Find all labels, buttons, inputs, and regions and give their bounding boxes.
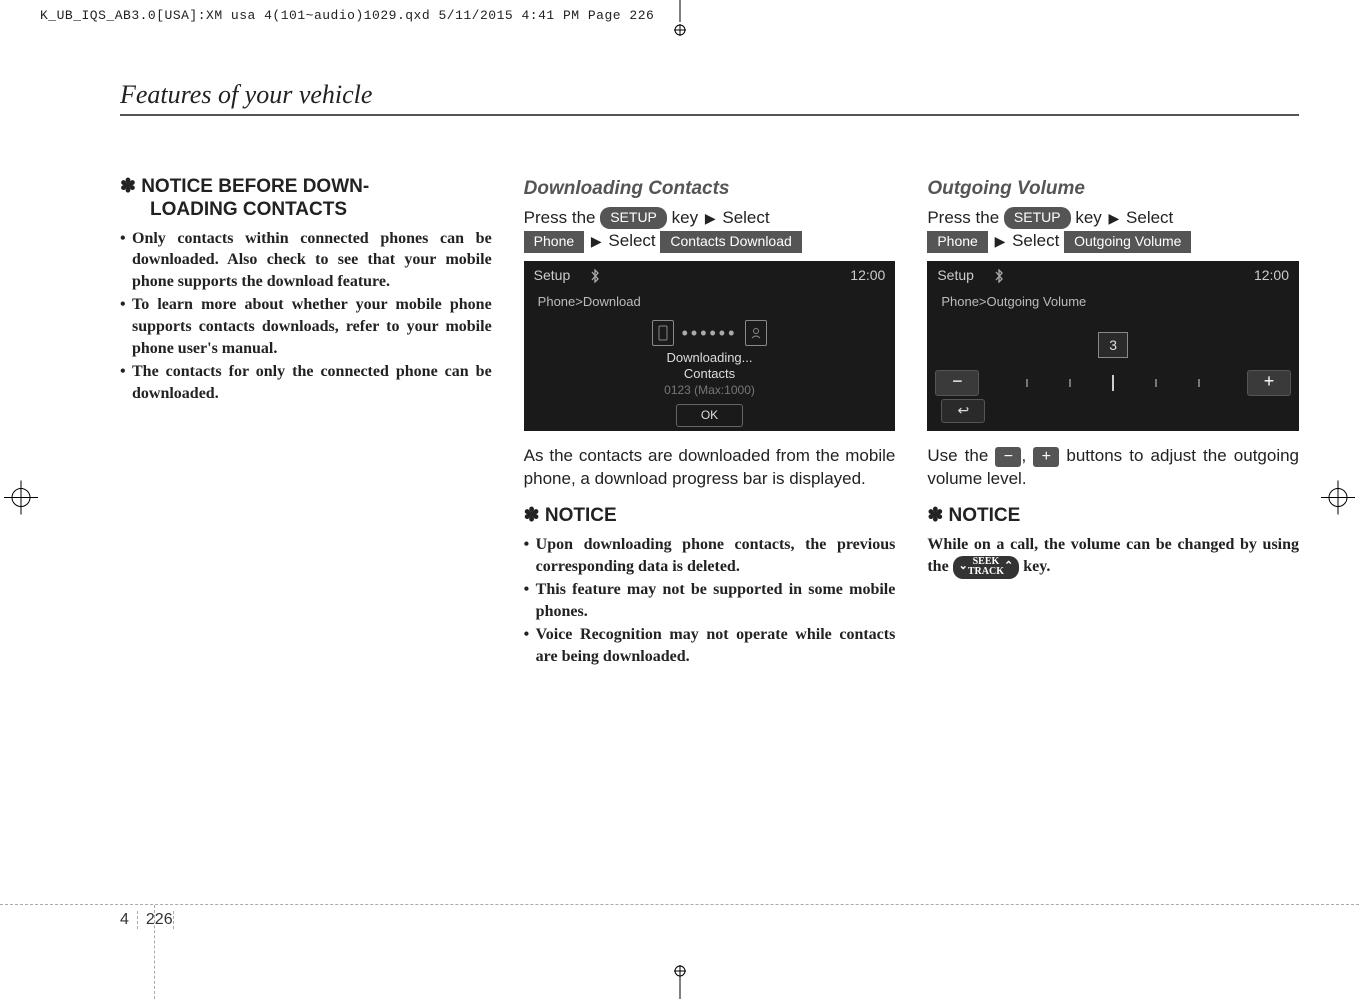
bullet-item: Only contacts within connected phones ca… xyxy=(120,228,492,293)
chapter-number: 4 xyxy=(120,911,138,929)
page-number: 4226 xyxy=(120,911,174,929)
bullet-item: To learn more about whether your mobile … xyxy=(120,294,492,359)
crop-mark-top xyxy=(660,0,700,36)
track-label: TRACK xyxy=(968,567,1004,578)
bluetooth-icon xyxy=(992,269,1006,283)
volume-slider[interactable] xyxy=(979,375,1247,391)
text-key: key xyxy=(672,208,698,227)
column-1: ✽ NOTICE BEFORE DOWN- LOADING CONTACTS O… xyxy=(120,176,492,669)
tick xyxy=(1069,379,1071,387)
text-select2: Select xyxy=(1012,231,1059,250)
minus-icon: − xyxy=(995,447,1021,467)
text-select2: Select xyxy=(608,231,655,250)
column-3: Outgoing Volume Press the SETUP key ▶ Se… xyxy=(927,176,1299,669)
text-press: Press the xyxy=(927,208,999,227)
registration-mark-right xyxy=(1321,480,1355,519)
ss-breadcrumb: Phone>Download xyxy=(524,290,896,314)
screenshot-download: Setup 12:00 Phone>Download •••••• Downlo… xyxy=(524,261,896,431)
phone-icon xyxy=(652,320,674,346)
text-pre: Use the xyxy=(927,446,995,465)
text-select: Select xyxy=(1126,208,1173,227)
body-paragraph: Use the −, + buttons to adjust the outgo… xyxy=(927,445,1299,491)
instruction-line: Press the SETUP key ▶ Select Phone ▶ Sel… xyxy=(927,206,1299,254)
plus-icon: + xyxy=(1033,447,1059,467)
contact-card-icon xyxy=(745,320,767,346)
transfer-dots-icon: •••••• xyxy=(682,321,738,345)
instruction-line: Press the SETUP key ▶ Select Phone ▶ Sel… xyxy=(524,206,896,254)
bullet-item: The contacts for only the connected phon… xyxy=(120,361,492,404)
notice-body: While on a call, the volume can be chang… xyxy=(927,534,1299,579)
arrow-icon: ▶ xyxy=(589,233,604,249)
ok-button[interactable]: OK xyxy=(676,404,743,426)
ss-time: 12:00 xyxy=(850,266,885,285)
ss-progress-text: 0123 (Max:1000) xyxy=(524,382,896,398)
notice-line2: LOADING CONTACTS xyxy=(120,199,347,220)
arrow-icon: ▶ xyxy=(1107,210,1122,226)
arrow-icon: ▶ xyxy=(703,210,718,226)
seek-track-key: ⌄SEEKTRACK⌃ xyxy=(953,556,1020,579)
notice-text-post: key. xyxy=(1019,558,1050,575)
text-press: Press the xyxy=(524,208,596,227)
bullet-item: This feature may not be supported in som… xyxy=(524,579,896,622)
bluetooth-icon xyxy=(588,269,602,283)
volume-value: 3 xyxy=(1098,332,1128,358)
ss-breadcrumb: Phone>Outgoing Volume xyxy=(927,290,1299,314)
ss-downloading-text: Downloading... xyxy=(524,350,896,366)
text-select: Select xyxy=(722,208,769,227)
outgoing-volume-key: Outgoing Volume xyxy=(1064,231,1191,253)
body-paragraph: As the contacts are downloaded from the … xyxy=(524,445,896,491)
sub-heading-outgoing: Outgoing Volume xyxy=(927,176,1299,202)
crop-mark-bottom xyxy=(660,963,700,999)
bullet-item: Upon downloading phone contacts, the pre… xyxy=(524,534,896,577)
column-2: Downloading Contacts Press the SETUP key… xyxy=(524,176,896,669)
volume-minus-button[interactable]: − xyxy=(935,370,979,396)
phone-key: Phone xyxy=(524,231,584,253)
tick xyxy=(1026,379,1028,387)
notice-heading: ✽ NOTICE BEFORE DOWN- LOADING CONTACTS xyxy=(120,176,492,222)
text-key: key xyxy=(1075,208,1101,227)
notice-line1: ✽ NOTICE BEFORE DOWN- xyxy=(120,176,369,197)
page-number-value: 226 xyxy=(138,911,173,929)
file-path-header: K_UB_IQS_AB3.0[USA]:XM usa 4(101~audio)1… xyxy=(40,8,654,23)
tick xyxy=(1155,379,1157,387)
tick xyxy=(1198,379,1200,387)
volume-plus-button[interactable]: + xyxy=(1247,370,1291,396)
tick-current xyxy=(1112,375,1114,391)
arrow-icon: ▶ xyxy=(993,233,1008,249)
screenshot-volume: Setup 12:00 Phone>Outgoing Volume 3 − xyxy=(927,261,1299,431)
text-mid: , xyxy=(1021,446,1033,465)
ss-title: Setup xyxy=(534,266,571,285)
ss-title: Setup xyxy=(937,266,974,285)
notice-bullets: Only contacts within connected phones ca… xyxy=(120,228,492,405)
sub-heading-downloading: Downloading Contacts xyxy=(524,176,896,202)
bullet-item: Voice Recognition may not operate while … xyxy=(524,624,896,667)
registration-mark-left xyxy=(4,480,38,519)
back-button[interactable]: ↩ xyxy=(941,399,985,423)
notice-bullets-2: Upon downloading phone contacts, the pre… xyxy=(524,534,896,668)
ss-contacts-text: Contacts xyxy=(524,366,896,382)
setup-key: SETUP xyxy=(600,207,667,229)
notice-heading-2: ✽ NOTICE xyxy=(524,505,896,528)
phone-key: Phone xyxy=(927,231,987,253)
notice-heading-3: ✽ NOTICE xyxy=(927,505,1299,528)
setup-key: SETUP xyxy=(1004,207,1071,229)
ss-time: 12:00 xyxy=(1254,266,1289,285)
contacts-download-key: Contacts Download xyxy=(660,231,801,253)
section-title: Features of your vehicle xyxy=(120,80,1299,116)
